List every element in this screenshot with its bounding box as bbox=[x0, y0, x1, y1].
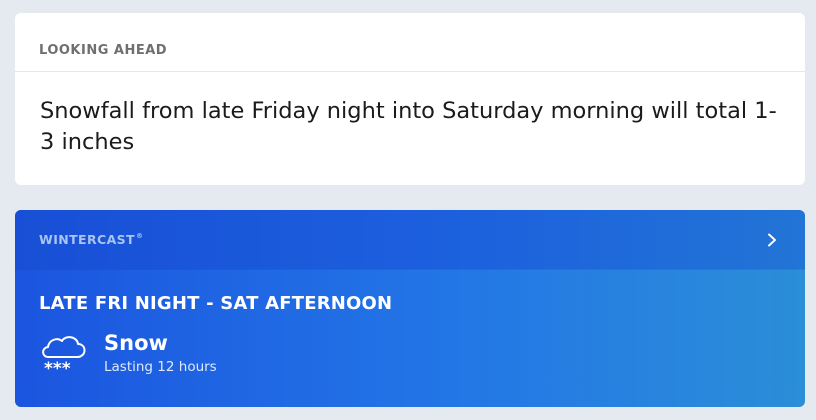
looking-ahead-text: Snowfall from late Friday night into Sat… bbox=[40, 98, 777, 155]
page: LOOKING AHEAD Snowfall from late Friday … bbox=[0, 0, 816, 420]
wintercast-header[interactable]: WINTERCAST® bbox=[15, 210, 805, 269]
forecast-duration: Lasting 12 hours bbox=[104, 359, 217, 375]
looking-ahead-heading: LOOKING AHEAD bbox=[39, 43, 168, 58]
forecast-period: LATE FRI NIGHT - SAT AFTERNOON bbox=[39, 293, 393, 314]
wintercast-card[interactable]: WINTERCAST® LATE FRI NIGHT - SAT AFTERNO… bbox=[15, 210, 805, 407]
svg-text:***: *** bbox=[44, 359, 71, 377]
looking-ahead-card: LOOKING AHEAD Snowfall from late Friday … bbox=[15, 13, 805, 185]
registered-mark: ® bbox=[135, 232, 144, 240]
wintercast-content: LATE FRI NIGHT - SAT AFTERNOON *** Snow … bbox=[15, 269, 805, 379]
forecast-condition: Snow bbox=[104, 331, 168, 355]
looking-ahead-body: Snowfall from late Friday night into Sat… bbox=[15, 72, 805, 158]
forecast-details: Snow Lasting 12 hours bbox=[104, 331, 217, 375]
chevron-right-icon[interactable] bbox=[763, 231, 781, 249]
wintercast-brand: WINTERCAST® bbox=[39, 232, 143, 247]
snow-cloud-icon: *** bbox=[39, 333, 91, 379]
looking-ahead-header: LOOKING AHEAD bbox=[15, 13, 805, 72]
wintercast-brand-text: WINTERCAST bbox=[39, 232, 135, 247]
forecast-row: *** Snow Lasting 12 hours bbox=[39, 331, 781, 379]
